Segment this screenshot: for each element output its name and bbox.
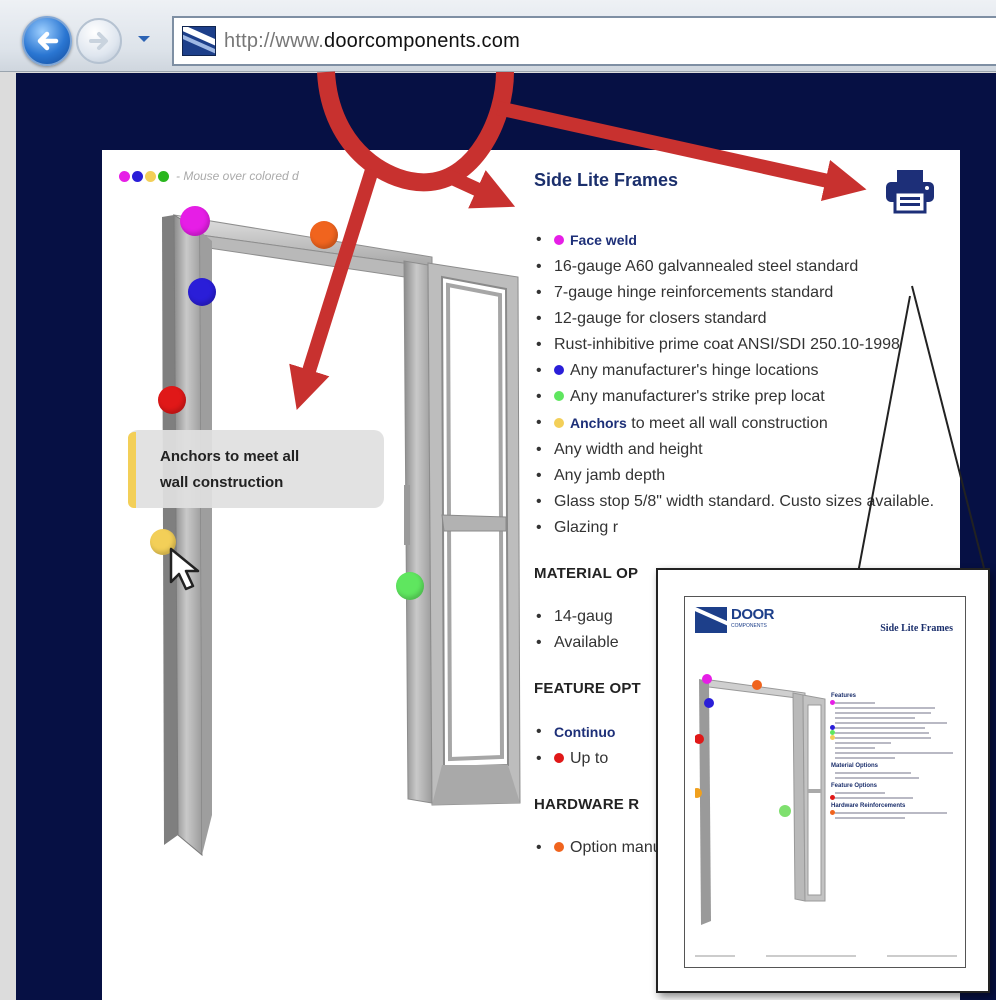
tooltip-line-2: wall construction	[160, 474, 284, 491]
list-item[interactable]: Face weld	[534, 227, 944, 254]
forward-button[interactable]	[76, 18, 122, 64]
list-item-text: Any width and height	[554, 441, 703, 458]
list-item-text: Any jamb depth	[554, 467, 666, 484]
site-favicon-icon	[182, 26, 216, 56]
preview-logo-subtext: COMPONENTS	[731, 623, 767, 629]
bullet-color-dot	[554, 235, 564, 245]
bullet-color-dot	[554, 842, 564, 852]
hotspot-up-to[interactable]	[158, 386, 186, 414]
legend-dot-green	[158, 170, 169, 182]
history-dropdown[interactable]	[136, 32, 152, 48]
printer-icon[interactable]	[882, 168, 938, 219]
list-item-text: to meet all wall construction	[626, 415, 828, 432]
legend-dot-blue	[132, 170, 143, 182]
list-item: Any jamb depth	[534, 463, 944, 489]
preview-heading-feature-options: Feature Options	[831, 783, 878, 789]
preview-logo: DOOR COMPONENTS	[695, 606, 775, 635]
list-item-text: Glazing r	[554, 519, 619, 536]
url-host: doorcomponents.com	[324, 29, 520, 52]
list-item-text: Up to	[570, 750, 609, 767]
preview-heading-features: Features	[831, 693, 857, 699]
print-preview: DOOR COMPONENTS Side Lite Frames Feature…	[656, 568, 990, 993]
legend-dot-magenta	[119, 170, 130, 182]
preview-heading-hardware: Hardware Reinforcements	[831, 803, 906, 809]
tooltip-accent-bar	[128, 432, 136, 508]
address-bar[interactable]: http://www.doorcomponents.com	[172, 16, 996, 66]
back-arrow-icon	[32, 26, 62, 56]
bullet-color-dot	[554, 753, 564, 763]
feature-link[interactable]: Anchors	[570, 415, 627, 431]
preview-frame-illustration	[695, 674, 826, 925]
legend-dot-yellow	[145, 170, 156, 182]
list-item: Rust-inhibitive prime coat ANSI/SDI 250.…	[534, 332, 944, 358]
hotspot-hinge-locations[interactable]	[188, 278, 216, 306]
preview-logo-text: DOOR	[731, 606, 775, 623]
browser-toolbar: http://www.doorcomponents.com	[0, 0, 996, 72]
list-item-text: Any manufacturer's hinge locations	[570, 362, 819, 379]
forward-arrow-icon	[85, 27, 113, 55]
list-item-text: 12-gauge for closers standard	[554, 310, 767, 327]
list-item-text: 16-gauge A60 galvannealed steel standard	[554, 258, 859, 275]
list-item-text: 7-gauge hinge reinforcements standard	[554, 284, 834, 301]
list-item[interactable]: Anchors to meet all wall construction	[534, 410, 944, 437]
list-item: Any width and height	[534, 437, 944, 463]
features-list: Face weld 16-gauge A60 galvannealed steel…	[534, 227, 964, 541]
preview-heading-material: Material Options	[831, 763, 879, 769]
list-item-text: Available	[554, 634, 619, 651]
preview-title: Side Lite Frames	[880, 623, 953, 634]
list-item-text: Any manufacturer's strike prep locat	[570, 388, 825, 405]
hotspot-strike-prep[interactable]	[396, 572, 424, 600]
list-item: 12-gauge for closers standard	[534, 306, 944, 332]
bullet-color-dot	[554, 391, 564, 401]
list-item: 7-gauge hinge reinforcements standard	[534, 280, 944, 306]
legend-text: - Mouse over colored d	[176, 169, 299, 183]
print-preview-page: DOOR COMPONENTS Side Lite Frames Feature…	[684, 596, 966, 968]
preview-footer	[695, 955, 957, 957]
list-item: Any manufacturer's hinge locations	[534, 358, 944, 384]
mouse-pointer-icon	[168, 546, 212, 597]
bullet-color-dot	[554, 365, 564, 375]
url-prefix: http://www.	[224, 29, 325, 52]
hotspot-closer-reinforcement[interactable]	[310, 221, 338, 249]
hotspot-legend: - Mouse over colored d	[119, 169, 299, 183]
list-item-text: Glass stop 5/8" width standard. Custo si…	[554, 493, 935, 510]
logo-mark-icon	[695, 607, 727, 633]
tooltip-line-1: Anchors to meet all	[160, 448, 300, 465]
list-item-text: Rust-inhibitive prime coat ANSI/SDI 250.…	[554, 336, 900, 353]
bullet-color-dot	[554, 418, 564, 428]
chevron-down-icon	[137, 31, 151, 49]
feature-link[interactable]: Face weld	[570, 232, 637, 248]
list-item: 16-gauge A60 galvannealed steel standard	[534, 254, 944, 280]
hotspot-face-weld[interactable]	[180, 206, 210, 236]
back-button[interactable]	[22, 16, 72, 66]
url-text[interactable]: http://www.doorcomponents.com	[224, 30, 520, 53]
list-item: Glazing r	[534, 515, 944, 541]
list-item-text: 14-gaug	[554, 608, 613, 625]
feature-link[interactable]: Continuo	[554, 724, 615, 740]
preview-content: Features Material Options Feature Option…	[830, 689, 961, 822]
list-item: Any manufacturer's strike prep locat	[534, 384, 944, 410]
anchors-tooltip: Anchors to meet all wall construction	[128, 430, 384, 508]
side-lite-frame-illustration	[162, 214, 521, 857]
list-item: Glass stop 5/8" width standard. Custo si…	[534, 489, 944, 515]
